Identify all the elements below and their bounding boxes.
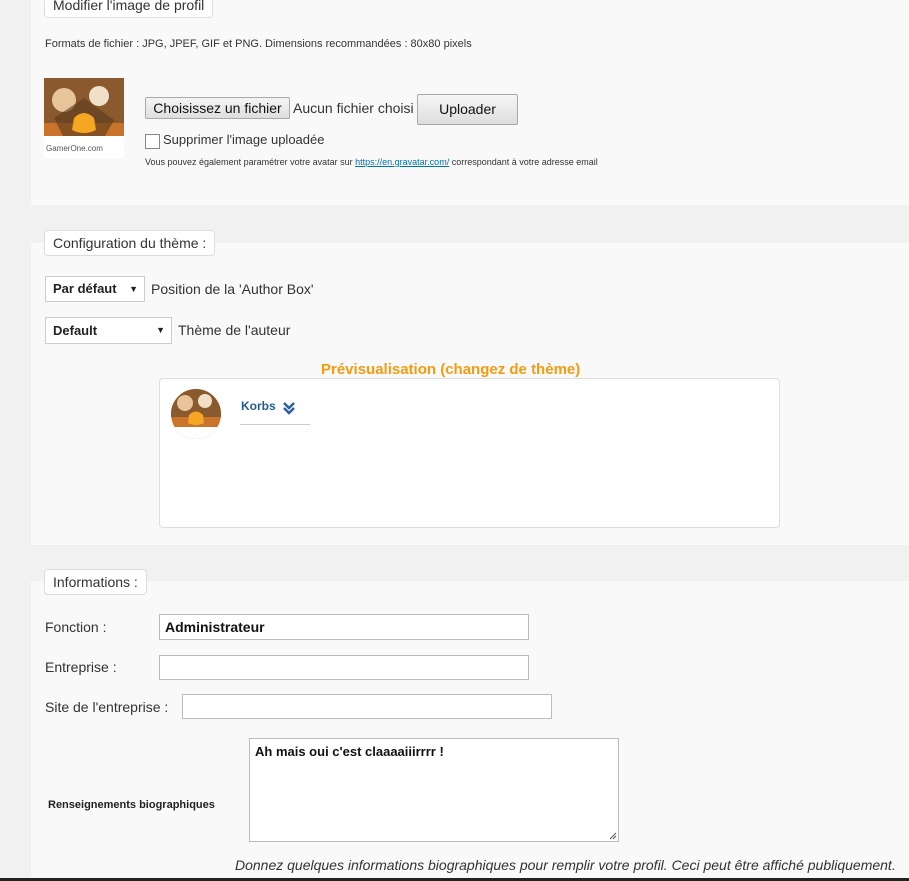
choose-file-button[interactable]: Choisissez un fichier: [145, 97, 290, 119]
profile-avatar-image: GamerOne.com: [44, 78, 124, 158]
site-entreprise-input[interactable]: [182, 694, 552, 719]
no-file-chosen-text: Aucun fichier choisi: [293, 100, 414, 116]
preview-title: Prévisualisation (changez de thème): [321, 361, 581, 378]
file-formats-text: Formats de fichier : JPG, JPEF, GIF et P…: [45, 38, 472, 50]
profile-image-legend: Modifier l'image de profil: [44, 0, 214, 18]
delete-image-checkbox[interactable]: [145, 134, 160, 149]
avatar-logo-text: GamerOne.com: [46, 144, 103, 153]
gravatar-info-text: Vous pouvez également paramétrer votre a…: [145, 157, 598, 167]
upload-button[interactable]: Uploader: [417, 94, 518, 125]
preview-avatar-image: [171, 389, 221, 439]
informations-legend: Informations :: [44, 569, 147, 595]
preview-author-name[interactable]: Korbs: [241, 399, 276, 413]
author-theme-value: Default: [53, 323, 98, 338]
theme-config-legend: Configuration du thème :: [44, 230, 216, 256]
entreprise-label: Entreprise :: [45, 659, 117, 675]
gravatar-link[interactable]: https://en.gravatar.com/: [355, 157, 449, 167]
fonction-input[interactable]: Administrateur: [159, 614, 529, 640]
entreprise-input[interactable]: [159, 655, 529, 680]
double-chevron-down-icon[interactable]: [282, 401, 296, 420]
bio-textarea[interactable]: Ah mais oui c'est claaaaiiirrrr !: [249, 738, 619, 842]
author-box-position-label: Position de la 'Author Box': [151, 281, 314, 297]
site-entreprise-label: Site de l'entreprise :: [45, 699, 169, 715]
resize-handle-icon[interactable]: [609, 832, 617, 840]
bio-text: Ah mais oui c'est claaaaiiirrrr !: [255, 744, 444, 759]
bio-label: Renseignements biographiques: [48, 799, 215, 811]
chevron-down-icon: ▼: [156, 325, 165, 335]
preview-name-divider: [240, 424, 310, 425]
author-theme-select[interactable]: Default ▼: [45, 317, 172, 344]
author-theme-label: Thème de l'auteur: [178, 322, 291, 338]
delete-image-label: Supprimer l'image uploadée: [163, 132, 325, 147]
chevron-down-icon: ▼: [129, 284, 138, 294]
fonction-label: Fonction :: [45, 619, 107, 635]
gravatar-prefix: Vous pouvez également paramétrer votre a…: [145, 157, 353, 167]
author-box-position-value: Par défaut: [53, 281, 117, 296]
bio-help-text: Donnez quelques informations biographiqu…: [235, 857, 896, 873]
author-box-position-select[interactable]: Par défaut ▼: [45, 276, 145, 302]
gravatar-suffix: correspondant à votre adresse email: [451, 157, 598, 167]
